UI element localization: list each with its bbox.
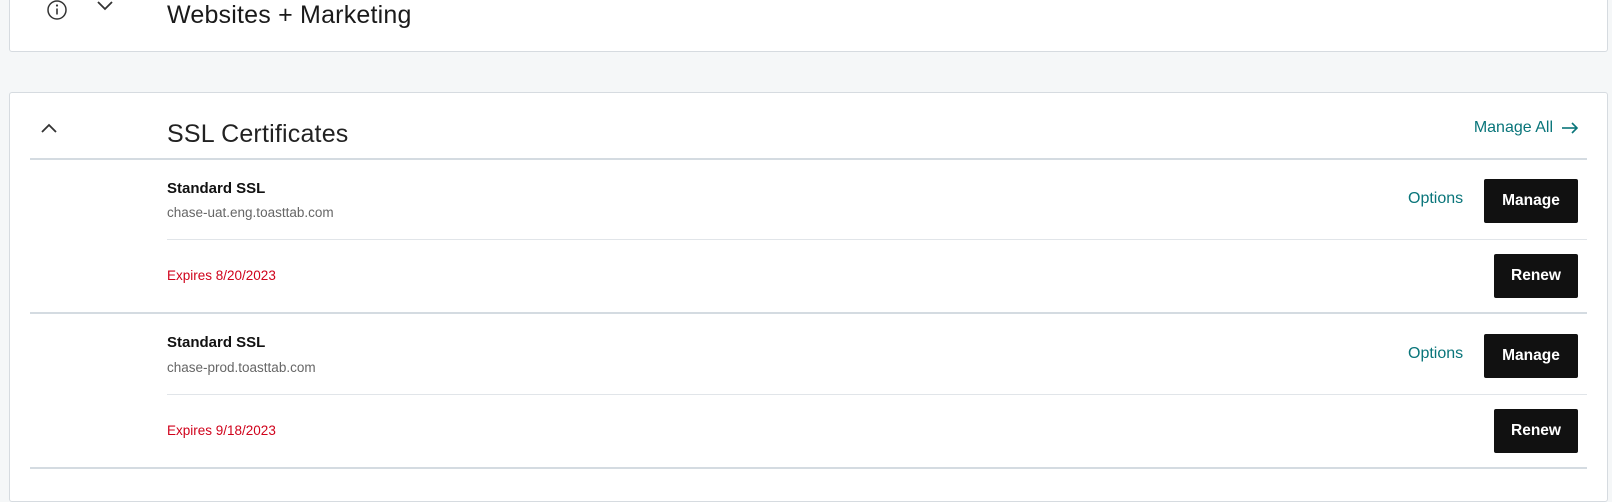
info-icon[interactable] [46, 0, 68, 21]
section-header-divider [30, 158, 1587, 160]
arrow-right-icon [1562, 122, 1579, 134]
options-link[interactable]: Options [1408, 345, 1463, 363]
domain-name: chase-prod.toasttab.com [167, 360, 316, 375]
expiration-date: Expires 8/20/2023 [167, 268, 276, 283]
manage-button[interactable]: Manage [1484, 334, 1578, 378]
renew-button[interactable]: Renew [1494, 254, 1578, 298]
expiration-date: Expires 9/18/2023 [167, 423, 276, 438]
websites-marketing-card: Websites + Marketing [9, 0, 1608, 52]
chevron-down-icon[interactable] [96, 0, 114, 12]
item-separator [30, 467, 1587, 469]
section-title-ssl-certificates: SSL Certificates [167, 120, 349, 148]
options-link[interactable]: Options [1408, 190, 1463, 208]
manage-all-label: Manage All [1473, 119, 1553, 136]
chevron-up-icon[interactable] [40, 122, 58, 134]
domain-name: chase-uat.eng.toasttab.com [167, 205, 334, 220]
renew-button[interactable]: Renew [1494, 409, 1578, 453]
item-divider [167, 239, 1587, 240]
section-title-websites-marketing: Websites + Marketing [167, 1, 412, 29]
product-name: Standard SSL [167, 334, 266, 351]
item-separator [30, 312, 1587, 314]
product-name: Standard SSL [167, 180, 266, 197]
manage-button[interactable]: Manage [1484, 179, 1578, 223]
manage-all-link[interactable]: Manage All [1474, 119, 1579, 137]
ssl-certificates-card: SSL Certificates Manage All Standard SSL… [9, 92, 1608, 502]
item-divider [167, 394, 1587, 395]
